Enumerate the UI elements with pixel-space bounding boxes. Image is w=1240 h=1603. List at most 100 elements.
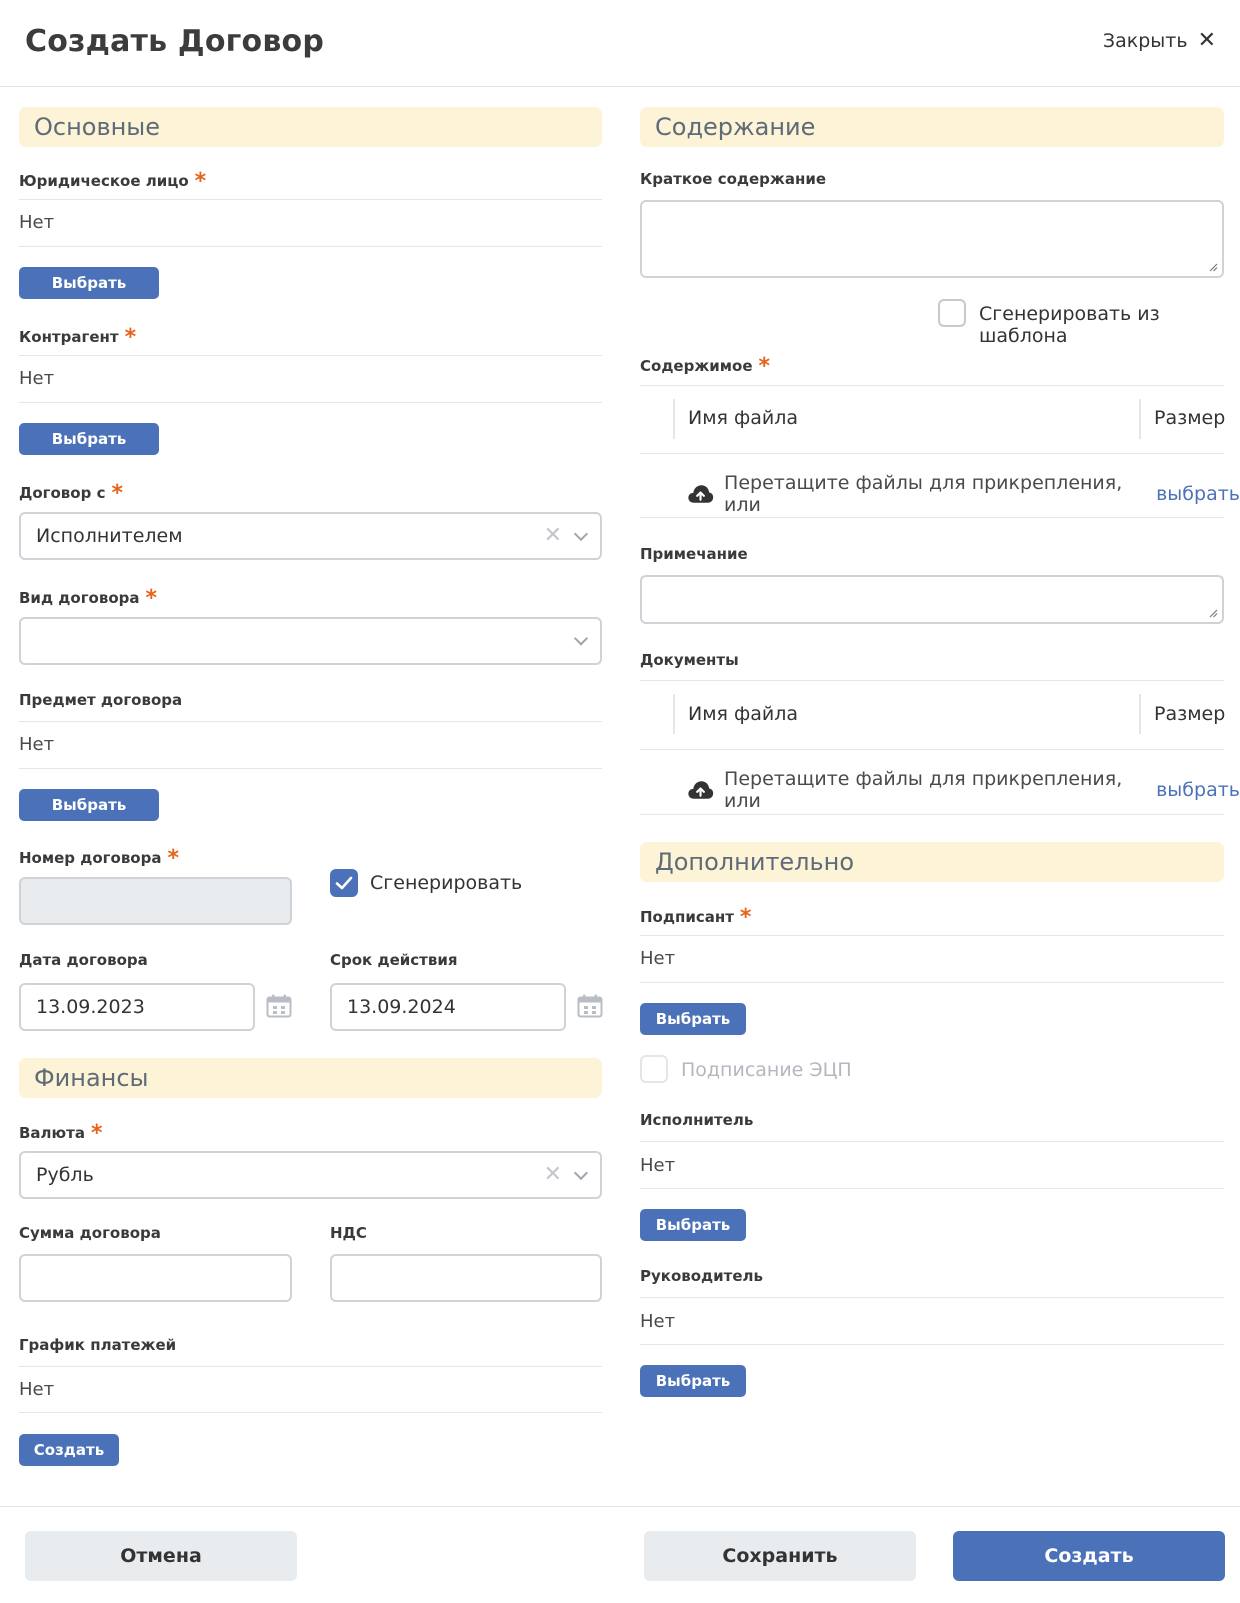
chevron-down-icon[interactable] (573, 1165, 589, 1180)
close-button[interactable]: Закрыть ✕ (1102, 28, 1216, 53)
contract-with-select[interactable]: Исполнителем ✕ (19, 512, 602, 560)
calendar-icon[interactable] (266, 994, 292, 1018)
cloud-upload-icon (688, 485, 714, 503)
column-separator (1139, 694, 1141, 734)
vat-label: НДС (330, 1224, 367, 1242)
dropzone-choose-link[interactable]: выбрать (1156, 483, 1240, 505)
payment-schedule-value: Нет (19, 1379, 55, 1400)
template-checkbox[interactable] (938, 299, 966, 327)
clear-icon[interactable]: ✕ (544, 1164, 562, 1186)
divider (19, 246, 602, 247)
divider (640, 385, 1224, 386)
currency-select[interactable]: Рубль ✕ (19, 1151, 602, 1199)
save-button[interactable]: Сохранить (644, 1531, 916, 1581)
manager-choose-button[interactable]: Выбрать (640, 1365, 746, 1397)
signer-choose-button[interactable]: Выбрать (640, 1003, 746, 1035)
contract-with-value: Исполнителем (36, 525, 183, 547)
chevron-down-icon[interactable] (573, 526, 589, 541)
generate-number-label[interactable]: Сгенерировать (370, 872, 522, 894)
payment-schedule-create-button[interactable]: Создать (19, 1434, 119, 1466)
documents-col-name[interactable]: Имя файла (688, 703, 798, 725)
divider (19, 402, 602, 403)
divider (19, 768, 602, 769)
note-textarea[interactable] (640, 575, 1224, 624)
manager-label: Руководитель (640, 1267, 764, 1285)
divider (19, 355, 602, 356)
divider (640, 1344, 1224, 1345)
divider (640, 749, 1224, 750)
documents-label: Документы (640, 651, 739, 669)
contract-with-label: Договор с * (19, 481, 123, 506)
resize-handle-icon[interactable] (1209, 263, 1218, 272)
counterparty-label: Контрагент * (19, 325, 137, 350)
required-mark: * (124, 325, 137, 350)
summary-textarea[interactable] (640, 200, 1224, 278)
contract-date-label: Дата договора (19, 951, 148, 969)
required-mark: * (90, 1121, 103, 1146)
footer-divider (0, 1506, 1240, 1507)
dropzone-choose-link[interactable]: выбрать (1156, 779, 1240, 801)
documents-col-size[interactable]: Размер (1154, 703, 1225, 725)
required-mark: * (194, 169, 207, 194)
contract-number-input (19, 877, 292, 925)
executor-value: Нет (640, 1155, 676, 1176)
divider (19, 721, 602, 722)
contract-type-select[interactable] (19, 617, 602, 665)
summary-label: Краткое содержание (640, 170, 827, 188)
section-basic: Основные (19, 107, 602, 147)
cloud-upload-icon (688, 781, 714, 799)
required-mark: * (111, 481, 123, 506)
executor-choose-button[interactable]: Выбрать (640, 1209, 746, 1241)
divider (640, 982, 1224, 983)
subject-label: Предмет договора (19, 691, 183, 709)
chevron-down-icon[interactable] (573, 631, 589, 646)
column-separator (1139, 399, 1141, 439)
validity-label: Срок действия (330, 951, 458, 969)
signer-value: Нет (640, 948, 676, 969)
amount-label: Сумма договора (19, 1224, 161, 1242)
create-button[interactable]: Создать (953, 1531, 1225, 1581)
subject-value: Нет (19, 734, 55, 755)
vat-input[interactable] (330, 1254, 602, 1302)
manager-value: Нет (640, 1311, 676, 1332)
calendar-icon[interactable] (577, 994, 603, 1018)
dropzone-text: Перетащите файлы для прикрепления, или (724, 768, 1123, 812)
divider (640, 1141, 1224, 1142)
contents-label: Содержимое * (640, 354, 771, 379)
column-separator (673, 694, 675, 734)
validity-input[interactable]: 13.09.2024 (330, 983, 566, 1031)
legal-entity-label: Юридическое лицо * (19, 169, 207, 194)
contents-dropzone[interactable]: Перетащите файлы для прикрепления, или вы… (687, 472, 1240, 516)
cancel-button[interactable]: Отмена (25, 1531, 297, 1581)
divider (640, 453, 1224, 454)
template-label[interactable]: Сгенерировать из шаблона (979, 303, 1240, 347)
contract-type-label: Вид договора * (19, 586, 158, 611)
executor-label: Исполнитель (640, 1111, 754, 1129)
eds-signing-checkbox (640, 1055, 668, 1083)
divider (640, 935, 1224, 936)
amount-input[interactable] (19, 1254, 292, 1302)
counterparty-choose-button[interactable]: Выбрать (19, 423, 159, 455)
subject-choose-button[interactable]: Выбрать (19, 789, 159, 821)
generate-number-checkbox[interactable] (330, 869, 358, 897)
clear-icon[interactable]: ✕ (544, 525, 562, 547)
documents-dropzone[interactable]: Перетащите файлы для прикрепления, или вы… (687, 768, 1240, 812)
eds-signing-label: Подписание ЭЦП (681, 1059, 852, 1081)
close-label: Закрыть (1102, 30, 1188, 52)
close-icon: ✕ (1197, 28, 1216, 53)
divider (640, 1188, 1224, 1189)
resize-handle-icon[interactable] (1209, 609, 1218, 618)
contract-number-label: Номер договора * (19, 846, 179, 871)
check-icon (335, 876, 353, 890)
legal-entity-choose-button[interactable]: Выбрать (19, 267, 159, 299)
contents-col-size[interactable]: Размер (1154, 407, 1225, 429)
contract-date-input[interactable]: 13.09.2023 (19, 983, 255, 1031)
required-mark: * (758, 354, 771, 379)
page-title: Создать Договор (25, 24, 325, 59)
divider (19, 1412, 602, 1413)
column-separator (673, 399, 675, 439)
section-content: Содержание (640, 107, 1224, 147)
contents-col-name[interactable]: Имя файла (688, 407, 798, 429)
divider (640, 814, 1224, 815)
section-finance: Финансы (19, 1058, 602, 1098)
